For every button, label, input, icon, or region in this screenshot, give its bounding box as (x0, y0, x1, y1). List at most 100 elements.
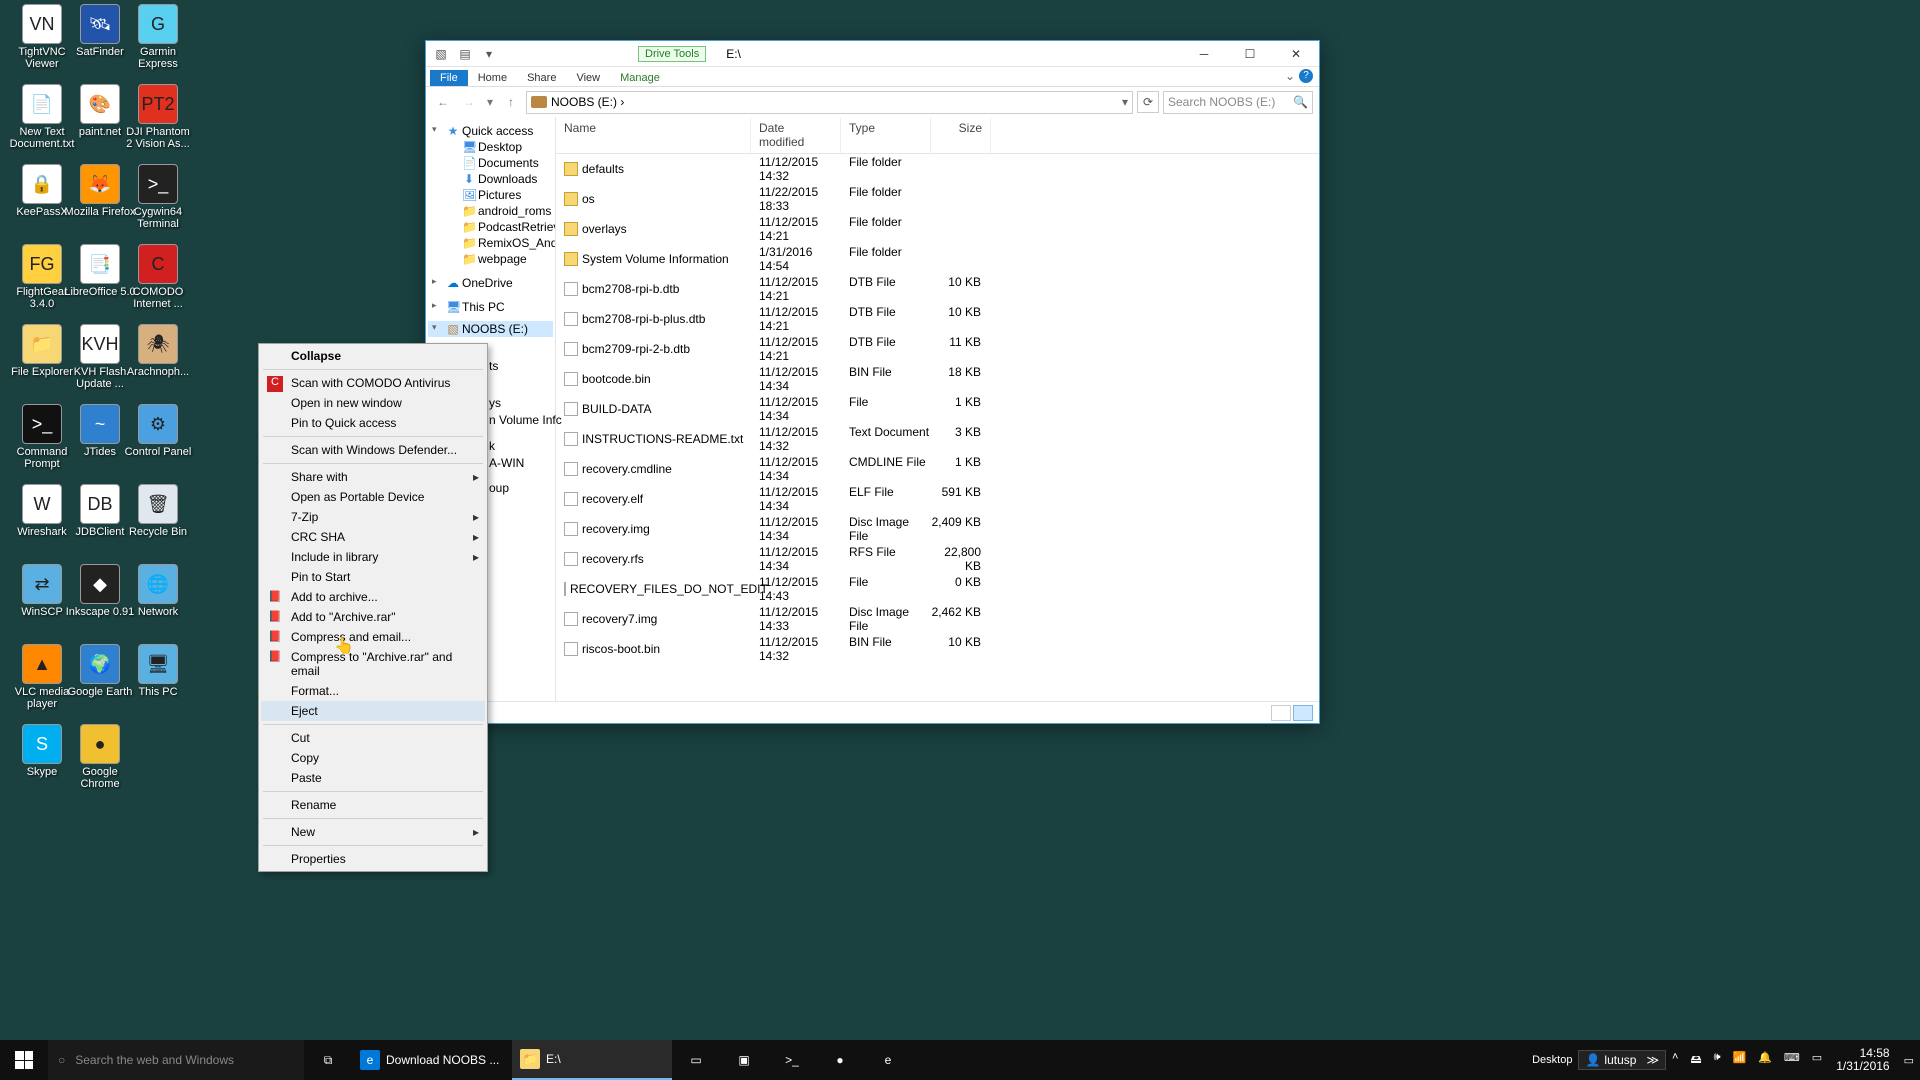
desktop-icon[interactable]: PT2DJI Phantom 2 Vision As... (120, 84, 196, 150)
desktop-icon[interactable]: CCOMODO Internet ... (120, 244, 196, 310)
tab-manage[interactable]: Manage (610, 70, 670, 86)
task-view-button[interactable]: ⧉ (304, 1040, 352, 1080)
tray-icon[interactable]: ˄ (1666, 1051, 1684, 1070)
ribbon-expand-icon[interactable]: ⌄ (1285, 69, 1295, 83)
desktop-icon[interactable]: 🗑Recycle Bin (120, 484, 196, 538)
menu-item[interactable]: Rename (261, 795, 485, 815)
menu-item[interactable]: 📕Compress and email... (261, 627, 485, 647)
menu-item[interactable]: Include in library▸ (261, 547, 485, 567)
nav-this-pc[interactable]: ▸🖥This PC (428, 299, 553, 315)
nav-quick-item[interactable]: 🖥Desktop (428, 139, 553, 155)
tray-icon[interactable]: 📶 (1727, 1051, 1753, 1070)
menu-item[interactable]: Copy (261, 748, 485, 768)
file-row[interactable]: BUILD-DATA11/12/2015 14:34File1 KB (556, 394, 1319, 424)
taskbar-task[interactable]: 📁E:\ (512, 1040, 672, 1080)
nav-item-fragment[interactable]: ts (489, 359, 498, 373)
menu-item[interactable]: 📕Add to "Archive.rar" (261, 607, 485, 627)
nav-quick-item[interactable]: 🖼Pictures (428, 187, 553, 203)
taskbar-pinned-app[interactable]: ● (816, 1040, 864, 1080)
tab-file[interactable]: File (430, 70, 468, 86)
desktop-icon[interactable]: ⚙Control Panel (120, 404, 196, 458)
col-type[interactable]: Type (841, 117, 931, 153)
app-icon[interactable]: ▧ (432, 45, 450, 63)
desktop-icon[interactable]: 🕷Arachnoph... (120, 324, 196, 378)
file-row[interactable]: recovery.rfs11/12/2015 14:34RFS File22,8… (556, 544, 1319, 574)
nav-back-button[interactable]: ← (432, 91, 454, 113)
address-bar[interactable]: NOOBS (E:) › ▾ (526, 91, 1133, 114)
refresh-button[interactable]: ⟳ (1137, 91, 1159, 113)
file-row[interactable]: recovery.elf11/12/2015 14:34ELF File591 … (556, 484, 1319, 514)
col-name[interactable]: Name (556, 117, 751, 153)
menu-item[interactable]: Paste (261, 768, 485, 788)
menu-item[interactable]: Eject (261, 701, 485, 721)
desktop-icon[interactable]: 🌐Network (120, 564, 196, 618)
qat-properties[interactable]: ▤ (456, 45, 474, 63)
taskbar-pinned-app[interactable]: ▣ (720, 1040, 768, 1080)
tray-icon[interactable]: ▭ (1806, 1051, 1828, 1070)
nav-quick-item[interactable]: 📁PodcastRetriever (428, 219, 553, 235)
file-row[interactable]: riscos-boot.bin11/12/2015 14:32BIN File1… (556, 634, 1319, 664)
taskbar-pinned-app[interactable]: e (864, 1040, 912, 1080)
column-headers[interactable]: Name Date modified Type Size (556, 117, 1319, 154)
nav-recent-button[interactable]: ▾ (484, 91, 496, 113)
menu-item[interactable]: Pin to Quick access (261, 413, 485, 433)
col-date[interactable]: Date modified (751, 117, 841, 153)
file-row[interactable]: os11/22/2015 18:33File folder (556, 184, 1319, 214)
menu-item[interactable]: Scan with Windows Defender... (261, 440, 485, 460)
file-row[interactable]: bootcode.bin11/12/2015 14:34BIN File18 K… (556, 364, 1319, 394)
notifications-button[interactable]: ▭ (1898, 1054, 1920, 1067)
address-dropdown-icon[interactable]: ▾ (1122, 95, 1128, 109)
menu-item[interactable]: Properties (261, 849, 485, 869)
menu-item[interactable]: New▸ (261, 822, 485, 842)
help-icon[interactable]: ? (1299, 69, 1313, 83)
menu-item[interactable]: Collapse (261, 346, 485, 366)
file-row[interactable]: INSTRUCTIONS-README.txt11/12/2015 14:32T… (556, 424, 1319, 454)
view-icons-button[interactable] (1293, 705, 1313, 721)
breadcrumb[interactable]: NOOBS (E:) › (551, 95, 624, 109)
file-row[interactable]: bcm2708-rpi-b.dtb11/12/2015 14:21DTB Fil… (556, 274, 1319, 304)
nav-item-fragment[interactable]: k (489, 439, 495, 453)
file-row[interactable]: recovery.cmdline11/12/2015 14:34CMDLINE … (556, 454, 1319, 484)
desktop-icon[interactable]: 🖥This PC (120, 644, 196, 698)
file-row[interactable]: defaults11/12/2015 14:32File folder (556, 154, 1319, 184)
search-input[interactable]: Search NOOBS (E:) 🔍 (1163, 91, 1313, 114)
file-row[interactable]: overlays11/12/2015 14:21File folder (556, 214, 1319, 244)
menu-item[interactable]: Open in new window (261, 393, 485, 413)
clock[interactable]: 14:581/31/2016 (1828, 1047, 1897, 1073)
nav-onedrive[interactable]: ▸☁OneDrive (428, 275, 553, 291)
close-button[interactable]: ✕ (1273, 41, 1319, 67)
nav-quick-item[interactable]: 📄Documents (428, 155, 553, 171)
file-row[interactable]: bcm2709-rpi-2-b.dtb11/12/2015 14:21DTB F… (556, 334, 1319, 364)
show-desktop-label[interactable]: Desktop (1526, 1054, 1578, 1066)
file-row[interactable]: recovery.img11/12/2015 14:34Disc Image F… (556, 514, 1319, 544)
menu-item[interactable]: CRC SHA▸ (261, 527, 485, 547)
menu-item[interactable]: Open as Portable Device (261, 487, 485, 507)
menu-item[interactable]: 7-Zip▸ (261, 507, 485, 527)
menu-item[interactable]: Pin to Start (261, 567, 485, 587)
tab-home[interactable]: Home (468, 70, 517, 86)
menu-item[interactable]: Share with▸ (261, 467, 485, 487)
menu-item[interactable]: 📕Compress to "Archive.rar" and email (261, 647, 485, 681)
tab-share[interactable]: Share (517, 70, 566, 86)
taskbar-pinned-app[interactable]: ▭ (672, 1040, 720, 1080)
taskbar-task[interactable]: eDownload NOOBS ... (352, 1040, 512, 1080)
nav-quick-access[interactable]: ▾★Quick access (428, 123, 553, 139)
col-size[interactable]: Size (931, 117, 991, 153)
user-badge[interactable]: 👤lutusp≫ (1578, 1050, 1666, 1070)
menu-item[interactable]: Format... (261, 681, 485, 701)
taskbar-search[interactable]: ○ Search the web and Windows (48, 1040, 304, 1080)
tray-icon[interactable]: 🔔 (1752, 1051, 1778, 1070)
nav-item-fragment[interactable]: A-WIN (489, 456, 524, 470)
start-button[interactable] (0, 1040, 48, 1080)
file-row[interactable]: bcm2708-rpi-b-plus.dtb11/12/2015 14:21DT… (556, 304, 1319, 334)
minimize-button[interactable]: ─ (1181, 41, 1227, 67)
desktop-icon[interactable]: GGarmin Express (120, 4, 196, 70)
nav-item-fragment[interactable]: oup (489, 481, 509, 495)
nav-quick-item[interactable]: 📁RemixOS_Android_f (428, 235, 553, 251)
taskbar-pinned-app[interactable]: >_ (768, 1040, 816, 1080)
nav-forward-button[interactable]: → (458, 91, 480, 113)
menu-item[interactable]: CScan with COMODO Antivirus (261, 373, 485, 393)
qat-dropdown[interactable]: ▾ (480, 45, 498, 63)
nav-quick-item[interactable]: 📁android_roms (428, 203, 553, 219)
tray-icon[interactable]: ⌨ (1778, 1051, 1806, 1070)
